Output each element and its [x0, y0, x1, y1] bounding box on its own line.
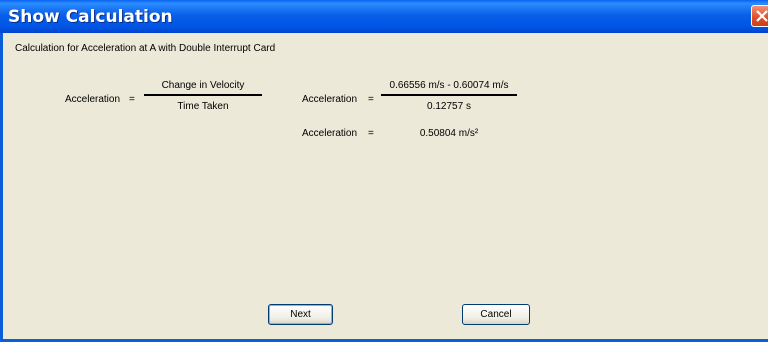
- formula-fraction-bar: [144, 94, 262, 96]
- result-equals: =: [368, 128, 374, 139]
- dialog-window: Show Calculation Calculation for Acceler…: [0, 0, 768, 342]
- close-icon: [756, 10, 768, 22]
- result-label: Acceleration: [302, 128, 358, 139]
- result-value: 0.50804 m/s²: [419, 128, 479, 139]
- title-bar[interactable]: Show Calculation: [0, 0, 768, 33]
- calculation-caption: Calculation for Acceleration at A with D…: [15, 43, 276, 54]
- substitution-numerator: 0.66556 m/s - 0.60074 m/s: [389, 80, 509, 91]
- cancel-button[interactable]: Cancel: [462, 304, 530, 325]
- substitution-fraction-bar: [381, 94, 517, 96]
- formula-label: Acceleration: [65, 94, 121, 105]
- window-title: Show Calculation: [8, 7, 173, 27]
- formula-numerator: Change in Velocity: [161, 80, 245, 91]
- substitution-denominator: 0.12757 s: [427, 101, 471, 112]
- substitution-equals: =: [368, 94, 374, 105]
- close-button[interactable]: [751, 5, 768, 27]
- next-button[interactable]: Next: [268, 304, 333, 325]
- substitution-label: Acceleration: [302, 94, 358, 105]
- formula-denominator: Time Taken: [177, 101, 229, 112]
- formula-equals: =: [129, 94, 135, 105]
